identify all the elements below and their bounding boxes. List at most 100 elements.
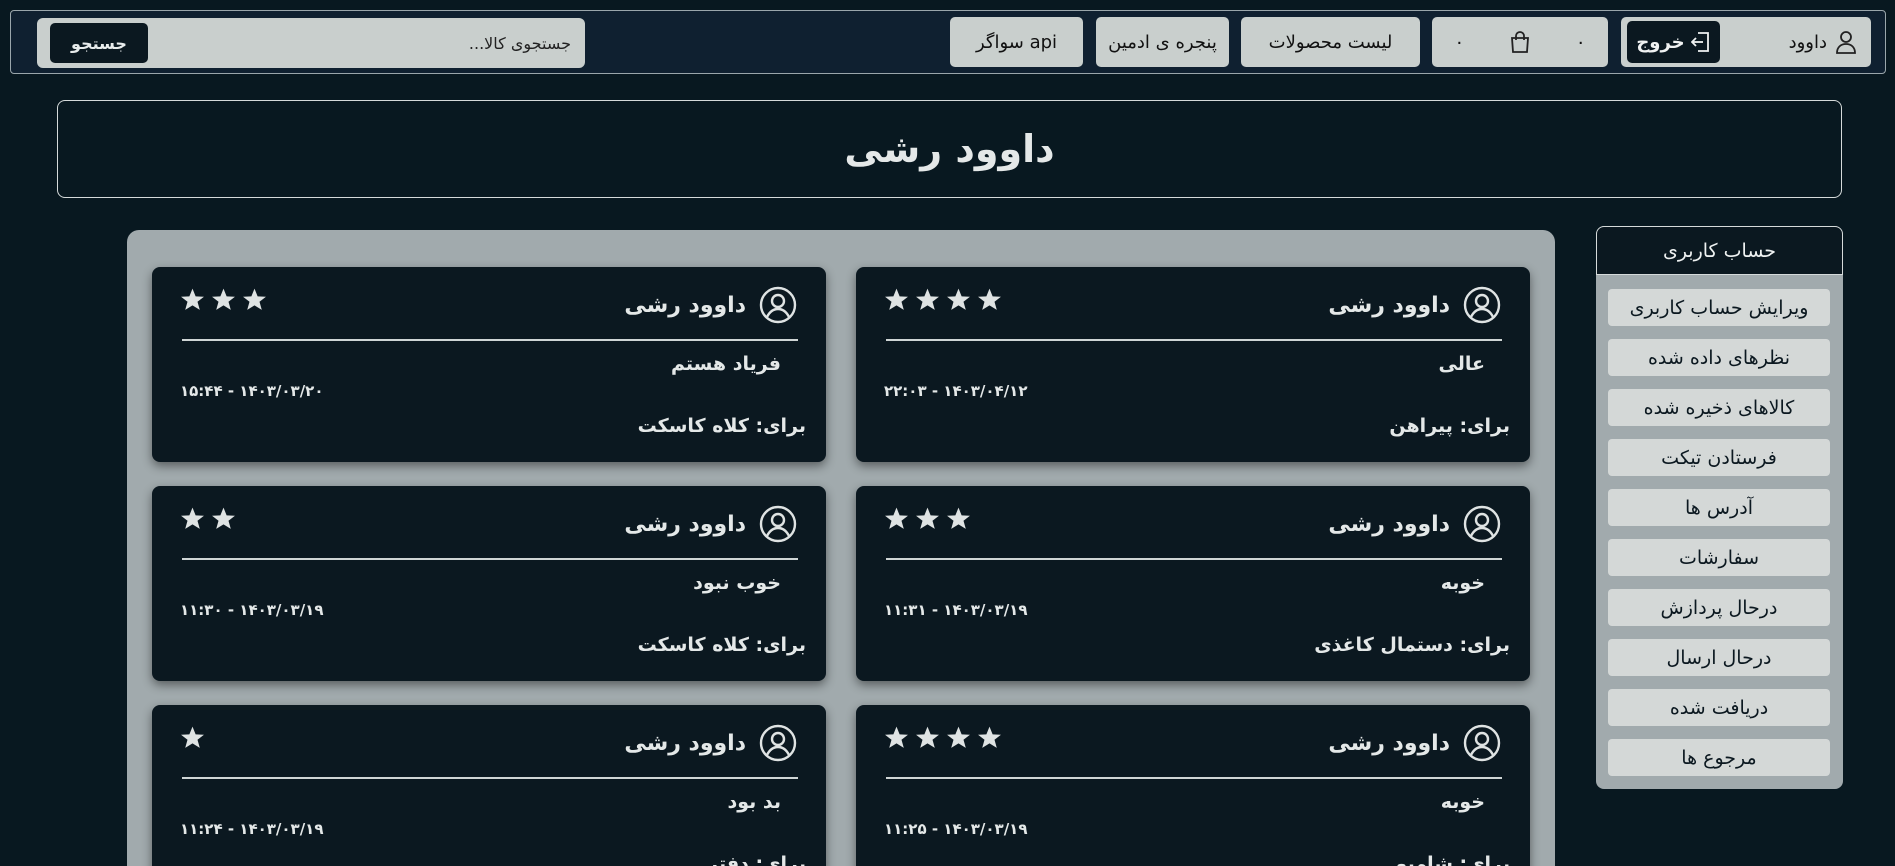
cart-button[interactable]: ۰ ۰: [1432, 17, 1608, 67]
star-rating: [180, 725, 205, 750]
star-rating: [180, 506, 236, 531]
shopping-bag-icon: [1509, 30, 1531, 54]
user-name: داوود: [1788, 31, 1827, 53]
avatar-icon: [758, 504, 798, 544]
comment-card: داوود رشی خوب نبود ۱۱:۳۰ - ۱۴۰۳/۰۳/۱۹ بر…: [152, 486, 826, 681]
comment-text: خوبه: [1440, 791, 1485, 813]
comment-author-name: داوود رشی: [624, 511, 746, 537]
sidebar-item-comments[interactable]: نظرهای داده شده: [1608, 339, 1830, 376]
star-icon: [947, 726, 970, 748]
star-icon: [916, 507, 939, 529]
comment-product[interactable]: برای: کلاه کاسکت: [638, 634, 806, 656]
cart-count-left: ۰: [1454, 31, 1465, 53]
comment-card: داوود رشی فریاد هستم ۱۵:۴۴ - ۱۴۰۳/۰۳/۲۰ …: [152, 267, 826, 462]
page-title: داوود رشی: [844, 127, 1055, 171]
sidebar-item-addresses[interactable]: آدرس ها: [1608, 489, 1830, 526]
comment-date: ۲۲:۰۳ - ۱۴۰۳/۰۴/۱۲: [884, 382, 1028, 400]
avatar-icon: [1462, 285, 1502, 325]
comment-product[interactable]: برای: دستمال کاغذی: [1314, 634, 1510, 656]
comment-card: داوود رشی خوبه ۱۱:۳۱ - ۱۴۰۳/۰۳/۱۹ برای: …: [856, 486, 1530, 681]
comment-text: خوبه: [1440, 572, 1485, 594]
comment-product[interactable]: برای: دفتر: [707, 853, 806, 866]
star-icon: [947, 507, 970, 529]
star-rating: [180, 287, 267, 312]
star-icon: [212, 507, 235, 529]
star-icon: [181, 507, 204, 529]
logout-label: خروج: [1636, 31, 1685, 53]
star-icon: [916, 726, 939, 748]
star-rating: [884, 725, 1002, 750]
divider: [886, 339, 1502, 341]
comment-date: ۱۱:۲۵ - ۱۴۰۳/۰۳/۱۹: [884, 820, 1028, 838]
comment-date: ۱۱:۳۱ - ۱۴۰۳/۰۳/۱۹: [884, 601, 1028, 619]
comment-card: داوود رشی عالی ۲۲:۰۳ - ۱۴۰۳/۰۴/۱۲ برای: …: [856, 267, 1530, 462]
star-icon: [181, 288, 204, 310]
star-icon: [885, 288, 908, 310]
comment-text: فریاد هستم: [670, 353, 781, 375]
avatar-icon: [1462, 723, 1502, 763]
search-bar: جستجو: [37, 18, 585, 68]
comment-author-name: داوود رشی: [624, 730, 746, 756]
comment-author-name: داوود رشی: [1328, 511, 1450, 537]
sidebar-item-returns[interactable]: مرجوع ها: [1608, 739, 1830, 776]
comment-author-name: داوود رشی: [1328, 730, 1450, 756]
divider: [182, 339, 798, 341]
star-rating: [884, 506, 971, 531]
divider: [182, 558, 798, 560]
avatar-icon: [758, 285, 798, 325]
comment-card: داوود رشی بد بود ۱۱:۲۴ - ۱۴۰۳/۰۳/۱۹ برای…: [152, 705, 826, 866]
star-icon: [181, 726, 204, 748]
divider: [886, 558, 1502, 560]
star-rating: [884, 287, 1002, 312]
star-icon: [978, 726, 1001, 748]
comment-product[interactable]: برای: کلاه کاسکت: [638, 415, 806, 437]
search-input[interactable]: [171, 18, 571, 68]
comment-author-name: داوود رشی: [1328, 292, 1450, 318]
comment-text: عالی: [1438, 353, 1485, 375]
sidebar-header: حساب کاربری: [1596, 226, 1843, 275]
star-icon: [916, 288, 939, 310]
star-icon: [212, 288, 235, 310]
product-list-button[interactable]: لیست محصولات: [1241, 17, 1420, 67]
sidebar-item-saved-products[interactable]: کالاهای ذخیره شده: [1608, 389, 1830, 426]
sidebar-item-received[interactable]: دریافت شده: [1608, 689, 1830, 726]
avatar-icon: [1462, 504, 1502, 544]
divider: [182, 777, 798, 779]
comment-date: ۱۱:۲۴ - ۱۴۰۳/۰۳/۱۹: [180, 820, 324, 838]
sidebar-item-orders[interactable]: سفارشات: [1608, 539, 1830, 576]
logout-icon: [1690, 31, 1711, 53]
sidebar-item-send-ticket[interactable]: فرستادن تیکت: [1608, 439, 1830, 476]
sidebar-item-processing[interactable]: درحال پردازش: [1608, 589, 1830, 626]
comments-panel: داوود رشی عالی ۲۲:۰۳ - ۱۴۰۳/۰۴/۱۲ برای: …: [127, 230, 1555, 866]
comment-author: داوود رشی: [1328, 285, 1502, 325]
logout-button[interactable]: خروج: [1627, 21, 1720, 63]
sidebar-item-edit-account[interactable]: ویرایش حساب کاربری: [1608, 289, 1830, 326]
search-button[interactable]: جستجو: [50, 23, 148, 63]
comment-product[interactable]: برای: شامپو: [1396, 853, 1510, 866]
navbar: جستجو سواگر api پنجره ی ادمین لیست محصول…: [10, 10, 1886, 74]
page-title-box: داوود رشی: [57, 100, 1842, 198]
account-sidebar: حساب کاربری ویرایش حساب کاربری نظرهای دا…: [1596, 226, 1843, 789]
star-icon: [947, 288, 970, 310]
star-icon: [885, 726, 908, 748]
comment-date: ۱۱:۳۰ - ۱۴۰۳/۰۳/۱۹: [180, 601, 324, 619]
star-icon: [978, 288, 1001, 310]
comment-date: ۱۵:۴۴ - ۱۴۰۳/۰۳/۲۰: [180, 382, 324, 400]
comment-author: داوود رشی: [624, 504, 798, 544]
comment-author-name: داوود رشی: [624, 292, 746, 318]
comment-author: داوود رشی: [624, 723, 798, 763]
sidebar-item-shipping[interactable]: درحال ارسال: [1608, 639, 1830, 676]
star-icon: [243, 288, 266, 310]
comment-author: داوود رشی: [1328, 504, 1502, 544]
swagger-api-button[interactable]: سواگر api: [950, 17, 1083, 67]
user-menu[interactable]: داوود خروج: [1621, 17, 1871, 67]
cart-count-right: ۰: [1575, 31, 1586, 53]
admin-panel-button[interactable]: پنجره ی ادمین: [1096, 17, 1229, 67]
user-icon: [1835, 30, 1857, 54]
avatar-icon: [758, 723, 798, 763]
comment-text: بد بود: [727, 791, 781, 813]
comment-product[interactable]: برای: پیراهن: [1389, 415, 1510, 437]
comment-author: داوود رشی: [1328, 723, 1502, 763]
comment-author: داوود رشی: [624, 285, 798, 325]
comment-text: خوب نبود: [693, 572, 781, 594]
